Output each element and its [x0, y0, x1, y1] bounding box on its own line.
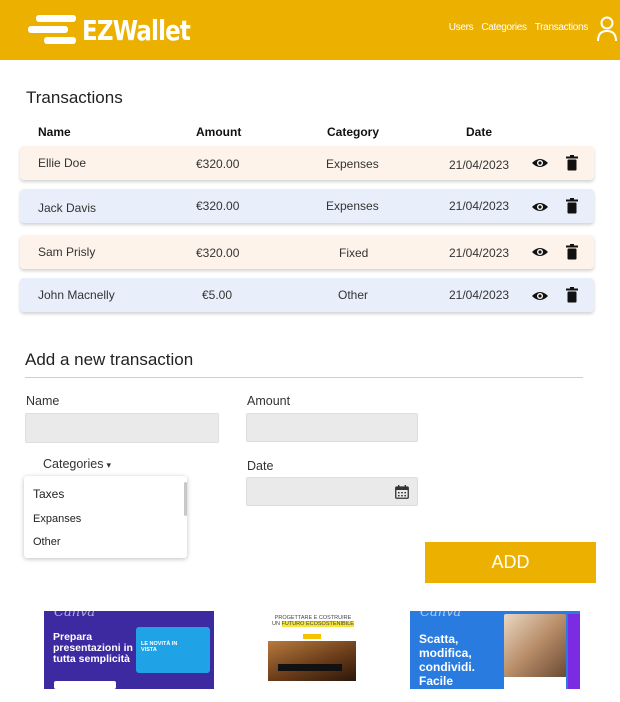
row-category: Other — [338, 288, 369, 302]
form-divider — [25, 377, 583, 378]
view-eye-icon[interactable] — [531, 290, 549, 302]
ad-banner-strip: Canva Prepara presentazioni in tutta sem… — [0, 605, 620, 689]
delete-trash-icon[interactable] — [566, 198, 578, 214]
transaction-row: John Macnelly €5.00 Other 21/04/2023 — [20, 278, 594, 312]
ad-line-2-prefix: UN — [272, 621, 282, 627]
row-date: 21/04/2023 — [449, 158, 510, 172]
transactions-title: Transactions — [26, 88, 123, 107]
add-button[interactable]: ADD — [425, 542, 596, 583]
name-input[interactable] — [25, 413, 219, 443]
calendar-icon[interactable] — [395, 485, 409, 499]
wallet-logo-icon — [28, 13, 78, 47]
date-input[interactable] — [246, 477, 418, 506]
row-name: Sam Prisly — [38, 245, 96, 259]
nav-users[interactable]: Users — [449, 22, 474, 33]
row-date: 21/04/2023 — [449, 246, 510, 260]
add-transaction-title: Add a new transaction — [25, 350, 194, 369]
column-header-category: Category — [327, 125, 380, 139]
row-date: 21/04/2023 — [449, 288, 510, 302]
ad-photo-toolbar — [504, 677, 566, 689]
amount-label: Amount — [247, 394, 291, 408]
ad-headline: Scatta, modifica, condividi. Facile — [419, 632, 476, 688]
delete-trash-icon[interactable] — [566, 287, 578, 303]
categories-label: Categories ▾ — [43, 457, 111, 471]
ad-card-text: LE NOVITÀ IN VISTA — [141, 641, 178, 653]
ad-cta-button[interactable] — [54, 681, 116, 689]
ad-tag — [278, 664, 342, 671]
row-amount: €320.00 — [196, 157, 240, 171]
nav-transactions[interactable]: Transactions — [535, 22, 589, 33]
view-eye-icon[interactable] — [531, 246, 549, 258]
categories-label-text: Categories — [43, 457, 104, 471]
ad-side-panel — [568, 614, 580, 689]
transaction-row: Sam Prisly €320.00 Fixed 21/04/2023 — [20, 235, 594, 269]
ad-preview-card: LE NOVITÀ IN VISTA — [136, 627, 210, 673]
ad-canva-presentations[interactable]: Canva Prepara presentazioni in tutta sem… — [44, 611, 214, 689]
date-label: Date — [247, 459, 274, 473]
category-option[interactable]: Other — [33, 536, 61, 548]
row-date: 21/04/2023 — [449, 199, 510, 213]
row-amount: €320.00 — [196, 199, 240, 213]
column-header-amount: Amount — [196, 125, 242, 139]
ad-eco-building[interactable]: PROGETTARE E COSTRUIRE UN FUTURO ECOSOST… — [228, 611, 398, 689]
column-header-name: Name — [38, 125, 71, 139]
ad-text: PROGETTARE E COSTRUIRE UN FUTURO ECOSOST… — [268, 615, 358, 627]
ad-canva-photos[interactable]: Canva Scatta, modifica, condividi. Facil… — [410, 611, 580, 689]
user-icon[interactable] — [596, 16, 618, 42]
ad-line-2: UN FUTURO ECOSOSTENIBILE — [268, 621, 358, 627]
amount-input[interactable] — [246, 413, 418, 442]
ad-line-2-highlight: FUTURO ECOSOSTENIBILE — [281, 621, 354, 627]
ad-wood-image — [268, 641, 356, 681]
top-navbar: EZWallet Users Categories Transactions — [0, 0, 620, 60]
transaction-row: Ellie Doe €320.00 Expenses 21/04/2023 — [20, 146, 594, 180]
row-name: John Macnelly — [38, 288, 115, 302]
delete-trash-icon[interactable] — [566, 155, 578, 171]
ad-people-photo — [504, 614, 566, 677]
row-amount: €320.00 — [196, 246, 240, 260]
row-name: Jack Davis — [38, 201, 97, 215]
row-category: Expenses — [326, 157, 379, 171]
row-amount: €5.00 — [202, 288, 233, 302]
canva-logo: Canva — [54, 611, 96, 620]
transaction-row: Jack Davis €320.00 Expenses 21/04/2023 — [20, 189, 594, 223]
ad-badge — [303, 634, 321, 639]
view-eye-icon[interactable] — [531, 201, 549, 213]
category-option[interactable]: Taxes — [33, 487, 64, 501]
ad-headline: Prepara presentazioni in tutta semplicit… — [53, 631, 133, 665]
category-option[interactable]: Expanses — [33, 513, 81, 525]
canva-logo: Canva — [420, 611, 462, 620]
name-label: Name — [26, 394, 60, 408]
logo-text: EZWallet — [82, 13, 191, 47]
categories-dropdown[interactable]: Taxes Expanses Other — [24, 476, 187, 558]
dropdown-indicator-icon: ▾ — [106, 460, 111, 470]
delete-trash-icon[interactable] — [566, 244, 578, 260]
column-header-date: Date — [466, 125, 493, 139]
row-name: Ellie Doe — [38, 156, 87, 170]
ezwallet-logo[interactable]: EZWallet — [28, 12, 214, 48]
dropdown-scrollbar[interactable] — [184, 482, 187, 516]
main-nav: Users Categories Transactions — [449, 22, 589, 33]
row-category: Expenses — [326, 199, 379, 213]
row-category: Fixed — [339, 246, 369, 260]
nav-categories[interactable]: Categories — [481, 22, 527, 33]
view-eye-icon[interactable] — [531, 157, 549, 169]
